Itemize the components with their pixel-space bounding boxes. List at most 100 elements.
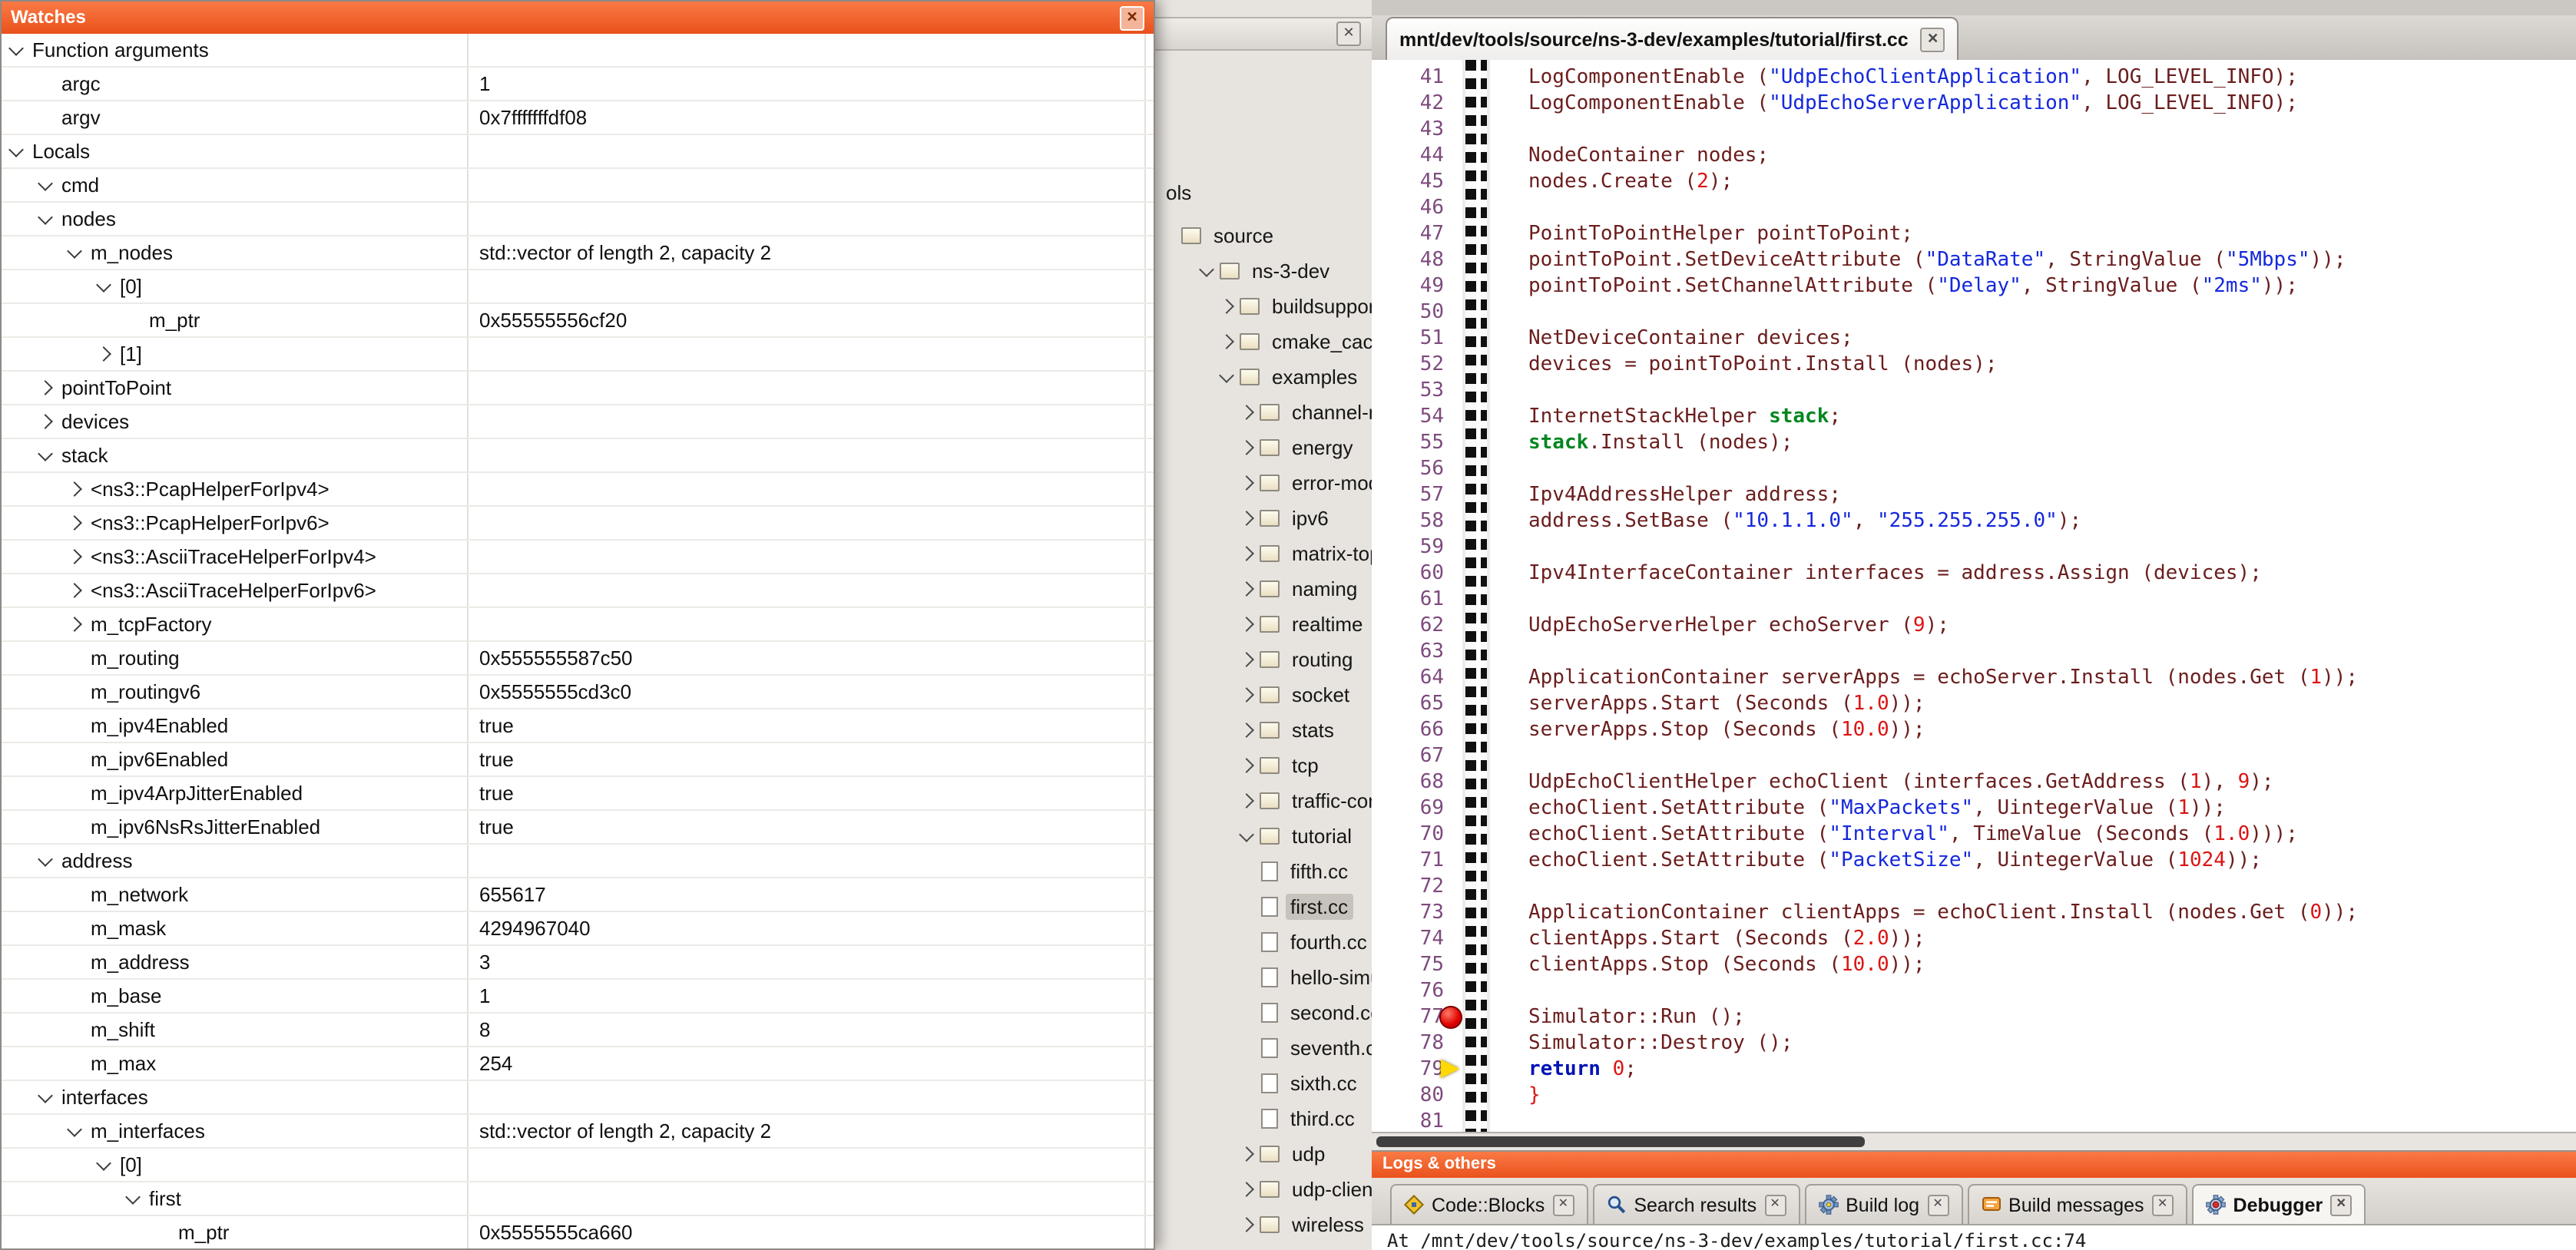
watch-row[interactable]: <ns3::AsciiTraceHelperForIpv6> — [2, 574, 1154, 608]
code-line[interactable]: 50 — [1372, 299, 2576, 326]
chevron-right-icon[interactable] — [1239, 1182, 1254, 1197]
chevron-right-icon[interactable] — [1239, 1217, 1254, 1232]
logs-tab-close-button[interactable]: ✕ — [1927, 1194, 1949, 1215]
chevron-right-icon[interactable] — [1239, 581, 1254, 597]
code-line[interactable]: 68UdpEchoClientHelper echoClient (interf… — [1372, 769, 2576, 795]
logs-tab-search-results[interactable]: Search results✕ — [1592, 1184, 1800, 1224]
tree-item-buildsupport[interactable]: buildsupport — [1155, 289, 1372, 324]
expander-icon[interactable] — [40, 451, 61, 459]
tree-item-first-cc[interactable]: first.cc — [1155, 889, 1372, 924]
code-line[interactable]: 43 — [1372, 117, 2576, 143]
chevron-right-icon[interactable] — [1239, 723, 1254, 738]
expander-icon[interactable] — [40, 857, 61, 865]
watch-row[interactable]: cmd — [2, 169, 1154, 203]
watch-row[interactable]: m_nodesstd::vector of length 2, capacity… — [2, 236, 1154, 270]
watch-row[interactable]: address — [2, 845, 1154, 878]
watch-row[interactable]: Function arguments — [2, 34, 1154, 68]
editor-tab-close-button[interactable]: ✕ — [1921, 27, 1945, 51]
watch-row[interactable]: nodes — [2, 203, 1154, 236]
code-line[interactable]: 59 — [1372, 534, 2576, 561]
tree-item-ols[interactable]: ols — [1155, 175, 1372, 210]
tree-item-sixth-cc[interactable]: sixth.cc — [1155, 1066, 1372, 1101]
code-line[interactable]: 81 — [1372, 1109, 2576, 1133]
tree-item-fourth-cc[interactable]: fourth.cc — [1155, 924, 1372, 960]
tree-item-tutorial[interactable]: tutorial — [1155, 818, 1372, 854]
code-line[interactable]: 66serverApps.Stop (Seconds (10.0)); — [1372, 717, 2576, 743]
code-line[interactable]: 71echoClient.SetAttribute ("PacketSize",… — [1372, 848, 2576, 874]
chevron-down-icon[interactable] — [1199, 262, 1214, 277]
expander-icon[interactable] — [69, 1127, 91, 1135]
chevron-right-icon[interactable] — [1239, 475, 1254, 491]
code-line[interactable]: 77Simulator::Run (); — [1372, 1004, 2576, 1030]
scrollbar-thumb[interactable] — [1376, 1136, 1865, 1147]
breakpoint-icon[interactable] — [1439, 1006, 1462, 1029]
code-line[interactable]: 51NetDeviceContainer devices; — [1372, 326, 2576, 352]
chevron-right-icon[interactable] — [1239, 546, 1254, 561]
tree-item-udp-client-ser[interactable]: udp-client-ser — [1155, 1172, 1372, 1207]
expander-icon[interactable] — [40, 215, 61, 223]
code-line[interactable]: 67 — [1372, 743, 2576, 769]
watches-titlebar[interactable]: Watches ✕ — [2, 2, 1154, 34]
tree-item-routing[interactable]: routing — [1155, 642, 1372, 677]
code-editor[interactable]: 41LogComponentEnable ("UdpEchoClientAppl… — [1372, 60, 2576, 1133]
code-line[interactable]: 54InternetStackHelper stack; — [1372, 404, 2576, 430]
watch-row[interactable]: m_address3 — [2, 946, 1154, 980]
code-line[interactable]: 64ApplicationContainer serverApps = echo… — [1372, 665, 2576, 691]
code-line[interactable]: 76 — [1372, 978, 2576, 1004]
tree-item-traffic-contro[interactable]: traffic-contro — [1155, 783, 1372, 818]
tree-item-energy[interactable]: energy — [1155, 430, 1372, 465]
tree-item-hello-simul[interactable]: hello-simul — [1155, 960, 1372, 995]
watch-row[interactable]: [0] — [2, 1149, 1154, 1182]
expander-icon[interactable] — [98, 283, 120, 290]
code-line[interactable]: 46 — [1372, 195, 2576, 221]
watch-row[interactable]: m_network655617 — [2, 878, 1154, 912]
code-line[interactable]: 56 — [1372, 456, 2576, 482]
watch-row[interactable]: m_ptr0x55555556cf20 — [2, 304, 1154, 338]
code-line[interactable]: 80} — [1372, 1083, 2576, 1109]
code-line[interactable]: 42LogComponentEnable ("UdpEchoServerAppl… — [1372, 91, 2576, 117]
code-line[interactable]: 55stack.Install (nodes); — [1372, 430, 2576, 456]
expander-icon[interactable] — [11, 46, 32, 54]
code-line[interactable]: 58address.SetBase ("10.1.1.0", "255.255.… — [1372, 508, 2576, 534]
watch-row[interactable]: argv0x7fffffffdf08 — [2, 101, 1154, 135]
watch-row[interactable]: m_ipv6Enabledtrue — [2, 743, 1154, 777]
watch-row[interactable]: Locals — [2, 135, 1154, 169]
tree-item-error-model[interactable]: error-model — [1155, 465, 1372, 501]
watch-row[interactable]: m_mask4294967040 — [2, 912, 1154, 946]
watch-row[interactable]: <ns3::PcapHelperForIpv4> — [2, 473, 1154, 507]
chevron-down-icon[interactable] — [1219, 368, 1234, 383]
code-line[interactable]: 47PointToPointHelper pointToPoint; — [1372, 221, 2576, 247]
code-line[interactable]: 45nodes.Create (2); — [1372, 169, 2576, 195]
code-line[interactable]: 52devices = pointToPoint.Install (nodes)… — [1372, 352, 2576, 378]
tree-item-seventh-cc[interactable]: seventh.cc — [1155, 1030, 1372, 1066]
tree-item-cmake-cache[interactable]: cmake_cache — [1155, 324, 1372, 359]
tree-item-second-cc[interactable]: second.cc — [1155, 995, 1372, 1030]
watch-row[interactable]: m_ipv4ArpJitterEnabledtrue — [2, 777, 1154, 811]
code-line[interactable]: 75clientApps.Stop (Seconds (10.0)); — [1372, 952, 2576, 978]
code-line[interactable]: 62UdpEchoServerHelper echoServer (9); — [1372, 613, 2576, 639]
logs-tab-debugger[interactable]: Debugger✕ — [2192, 1184, 2366, 1224]
code-line[interactable]: 69echoClient.SetAttribute ("MaxPackets",… — [1372, 795, 2576, 822]
tree-item-ns-3-dev[interactable]: ns-3-dev — [1155, 253, 1372, 289]
watches-close-button[interactable]: ✕ — [1120, 5, 1144, 30]
logs-tab-code-blocks[interactable]: Code::Blocks✕ — [1390, 1184, 1588, 1224]
tree-item-naming[interactable]: naming — [1155, 571, 1372, 607]
code-line[interactable]: 65serverApps.Start (Seconds (1.0)); — [1372, 691, 2576, 717]
tree-item-matrix-topol[interactable]: matrix-topol — [1155, 536, 1372, 571]
watch-row[interactable]: <ns3::AsciiTraceHelperForIpv4> — [2, 541, 1154, 574]
tree-item-examples[interactable]: examples — [1155, 359, 1372, 395]
watch-row[interactable]: argc1 — [2, 68, 1154, 101]
expander-icon[interactable] — [69, 249, 91, 256]
watch-row[interactable]: m_ptr0x5555555ca660 — [2, 1216, 1154, 1248]
watch-row[interactable]: [0] — [2, 270, 1154, 304]
code-line[interactable]: 78Simulator::Destroy (); — [1372, 1030, 2576, 1057]
expander-icon[interactable] — [40, 416, 61, 427]
editor-tab-first-cc[interactable]: mnt/dev/tools/source/ns-3-dev/examples/t… — [1386, 17, 1959, 61]
watch-row[interactable]: devices — [2, 405, 1154, 439]
tree-item-source[interactable]: source — [1155, 218, 1372, 253]
logs-tab-build-messages[interactable]: Build messages✕ — [1967, 1184, 2187, 1224]
watch-row[interactable]: pointToPoint — [2, 372, 1154, 405]
tree-item-tcp[interactable]: tcp — [1155, 748, 1372, 783]
logs-tab-build-log[interactable]: Build log✕ — [1804, 1184, 1962, 1224]
chevron-down-icon[interactable] — [1239, 827, 1254, 842]
